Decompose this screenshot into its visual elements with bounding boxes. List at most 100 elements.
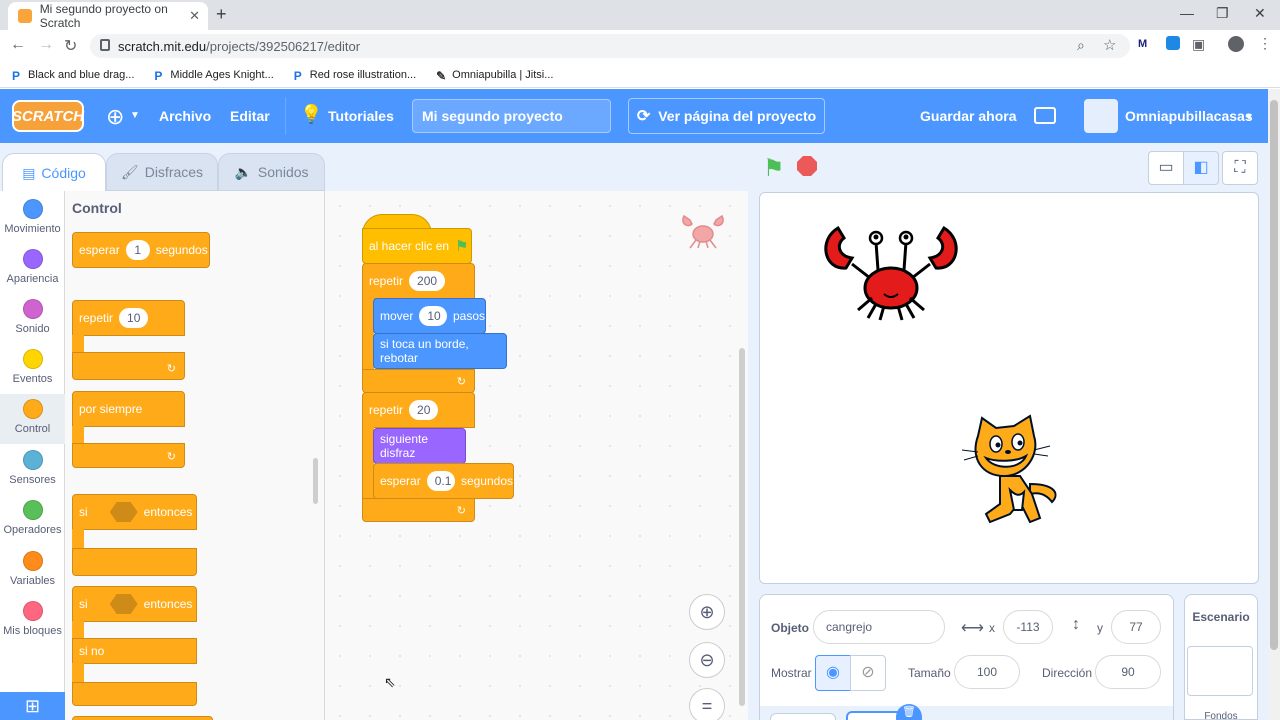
- c-block-foot: ↻: [362, 369, 475, 393]
- save-now-button[interactable]: Guardar ahora: [920, 108, 1016, 124]
- block-input[interactable]: 20: [409, 400, 439, 420]
- fullscreen-button[interactable]: ⛶: [1222, 151, 1258, 185]
- my-stuff-folder-icon[interactable]: [1034, 107, 1056, 124]
- script-block-bounce[interactable]: si toca un borde, rebotar: [373, 333, 507, 369]
- small-stage-button[interactable]: ▭: [1148, 151, 1184, 185]
- category-motion[interactable]: Movimiento: [0, 199, 65, 235]
- palette-block-if[interactable]: si entonces: [72, 494, 197, 530]
- direction-input[interactable]: 90: [1095, 655, 1161, 689]
- condition-slot[interactable]: [109, 502, 138, 522]
- palette-block-if-else[interactable]: si entonces: [72, 586, 197, 622]
- x-position-input[interactable]: -113: [1003, 610, 1053, 644]
- block-input[interactable]: 200: [409, 271, 446, 291]
- language-globe-icon[interactable]: ⊕: [106, 104, 124, 130]
- x-label: x: [989, 621, 995, 635]
- scratch-logo[interactable]: SCRATCH: [12, 100, 84, 132]
- category-sensing[interactable]: Sensores: [0, 450, 65, 486]
- star-icon[interactable]: ☆: [1103, 36, 1116, 54]
- category-variables[interactable]: Variables: [0, 551, 65, 587]
- palette-block-repeat[interactable]: repetir 10: [72, 300, 185, 336]
- condition-slot[interactable]: [109, 594, 138, 614]
- address-bar[interactable]: scratch.mit.edu/projects/392506217/edito…: [90, 34, 1130, 58]
- browser-menu-icon[interactable]: ⋮: [1258, 35, 1272, 52]
- close-window-icon[interactable]: ✕: [1254, 5, 1266, 22]
- script-block-when-flag-clicked[interactable]: al hacer clic en ⚑: [362, 228, 472, 264]
- category-label: Eventos: [12, 373, 53, 385]
- add-extension-button[interactable]: ⊞: [0, 692, 65, 720]
- extension-badge-icon[interactable]: [1166, 36, 1180, 50]
- category-control[interactable]: Control: [0, 394, 65, 444]
- bookmark-item[interactable]: P Middle Ages Knight...: [154, 69, 273, 83]
- script-block-repeat[interactable]: repetir 200: [362, 263, 475, 299]
- bookmark-item[interactable]: P Black and blue drag...: [12, 69, 134, 83]
- reload-icon[interactable]: ↻: [64, 36, 77, 56]
- cast-icon[interactable]: ▣: [1192, 36, 1205, 53]
- backdrops-label: Fondos: [1204, 711, 1238, 720]
- size-label: Tamaño: [908, 666, 951, 680]
- category-dot-icon: [22, 399, 43, 419]
- category-operators[interactable]: Operadores: [0, 500, 65, 536]
- sprite-thumb[interactable]: [770, 713, 836, 720]
- stage-thumbnail[interactable]: [1187, 646, 1253, 696]
- close-tab-icon[interactable]: ✕: [189, 8, 200, 24]
- script-block-wait[interactable]: esperar 0.1 segundos: [373, 463, 514, 499]
- category-looks[interactable]: Apariencia: [0, 249, 65, 285]
- script-area-scrollbar[interactable]: [739, 348, 745, 706]
- block-input[interactable]: 10: [119, 308, 149, 328]
- zoom-icon[interactable]: ⌕: [1077, 37, 1085, 54]
- green-flag-icon[interactable]: ⚑: [763, 154, 785, 183]
- hide-sprite-eye-off-icon[interactable]: ⊘: [850, 655, 886, 691]
- script-block-next-costume[interactable]: siguiente disfraz: [373, 428, 466, 464]
- crab-sprite[interactable]: [818, 220, 964, 324]
- script-block-repeat[interactable]: repetir 20: [362, 392, 475, 428]
- avatar[interactable]: [1084, 99, 1118, 133]
- zoom-out-button[interactable]: ⊖: [689, 642, 725, 678]
- category-label: Sensores: [9, 474, 56, 486]
- minimize-icon[interactable]: —: [1180, 5, 1194, 21]
- size-input[interactable]: 100: [954, 655, 1020, 689]
- new-tab-icon[interactable]: +: [216, 4, 227, 25]
- menu-file[interactable]: Archivo: [159, 108, 211, 124]
- palette-block-partial[interactable]: [72, 716, 213, 720]
- block-input[interactable]: 1: [125, 240, 150, 260]
- url-path: /projects/392506217/editor: [206, 38, 361, 54]
- forward-icon[interactable]: →: [38, 36, 54, 54]
- palette-block-forever[interactable]: por siempre: [72, 391, 185, 427]
- bookmark-item[interactable]: ✎ Omniapubilla | Jitsi...: [436, 69, 553, 83]
- c-block-foot: ↻: [72, 352, 185, 380]
- category-my-blocks[interactable]: Mis bloques: [0, 601, 65, 637]
- stop-icon[interactable]: [797, 156, 817, 176]
- page-scrollbar-thumb[interactable]: [1270, 100, 1278, 650]
- category-sound[interactable]: Sonido: [0, 299, 65, 335]
- maximize-icon[interactable]: ❐: [1216, 5, 1229, 22]
- extension-icon[interactable]: M: [1138, 38, 1147, 50]
- category-dot-icon: [22, 249, 43, 269]
- palette-block-wait[interactable]: esperar 1 segundos: [72, 232, 210, 268]
- profile-icon[interactable]: [1228, 36, 1244, 52]
- sprite-name-input[interactable]: cangrejo: [813, 610, 945, 644]
- script-block-move[interactable]: mover 10 pasos: [373, 298, 486, 334]
- cat-sprite[interactable]: [960, 414, 1064, 528]
- category-events[interactable]: Eventos: [0, 349, 65, 385]
- username[interactable]: Omniapubillacasas: [1125, 108, 1253, 124]
- tab-code[interactable]: ▤ Código: [2, 153, 106, 192]
- browser-tab[interactable]: Mi segundo proyecto on Scratch ✕: [8, 2, 208, 30]
- chevron-down-icon[interactable]: ▼: [1244, 112, 1254, 123]
- bookmark-item[interactable]: P Red rose illustration...: [294, 69, 416, 83]
- large-stage-button[interactable]: ◧: [1183, 151, 1219, 185]
- block-input[interactable]: 0.1: [426, 471, 455, 491]
- palette-scrollbar[interactable]: [313, 458, 318, 504]
- menu-edit[interactable]: Editar: [230, 108, 270, 124]
- see-project-page-button[interactable]: ⟳ Ver página del proyecto: [628, 98, 825, 134]
- zoom-in-button[interactable]: ⊕: [689, 594, 725, 630]
- project-title-input[interactable]: Mi segundo proyecto: [412, 99, 611, 133]
- menu-tutorials[interactable]: Tutoriales: [328, 108, 394, 124]
- show-sprite-eye-icon[interactable]: ◉: [815, 655, 851, 691]
- y-position-input[interactable]: 77: [1111, 610, 1161, 644]
- block-input[interactable]: 10: [419, 306, 447, 326]
- remix-icon: ⟳: [636, 108, 651, 125]
- tab-sounds[interactable]: 🔈 Sonidos: [218, 153, 325, 191]
- zoom-reset-button[interactable]: =: [689, 688, 725, 720]
- tab-costumes[interactable]: 🖌 Disfraces: [106, 153, 218, 191]
- back-icon[interactable]: ←: [10, 36, 26, 54]
